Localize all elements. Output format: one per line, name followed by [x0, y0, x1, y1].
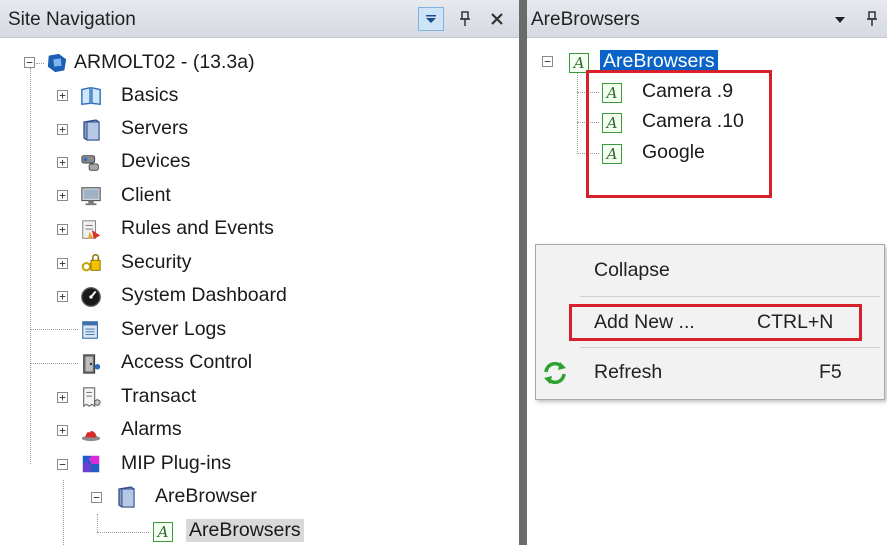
expand-toggle[interactable]: + — [57, 224, 68, 235]
tree-guide-line — [577, 122, 599, 123]
plugin-server-icon — [115, 486, 137, 508]
item-a-icon: A — [568, 52, 590, 74]
tree-guide-line — [63, 480, 64, 545]
tree-guide-line — [97, 514, 98, 532]
close-icon — [491, 13, 503, 25]
tree-item-camera-10[interactable]: Camera .10 — [642, 110, 744, 133]
site-navigation-pane: Site Navigation − ARMOLT02 - (13.3a) + B… — [0, 0, 519, 545]
dashboard-icon — [80, 286, 102, 308]
server-icon — [80, 119, 102, 141]
tree-item-transact[interactable]: Transact — [121, 385, 196, 408]
item-a-icon: A — [601, 143, 623, 165]
pin-button[interactable] — [452, 7, 478, 31]
alarm-icon — [80, 420, 102, 442]
logs-icon — [80, 319, 102, 341]
tree-item-basics[interactable]: Basics — [121, 84, 178, 107]
door-icon — [80, 353, 102, 375]
tree-item-mip-plugins[interactable]: MIP Plug-ins — [121, 452, 231, 475]
expand-toggle[interactable]: + — [57, 157, 68, 168]
book-icon — [80, 85, 102, 107]
tree-root-arebrowsers[interactable]: AreBrowsers — [600, 50, 718, 73]
pin-icon — [867, 11, 877, 26]
tree-guide-line — [30, 329, 78, 330]
pane-title: AreBrowsers — [531, 9, 640, 30]
menu-item-shortcut: F5 — [819, 361, 842, 383]
monitor-icon — [80, 185, 102, 207]
collapse-toggle[interactable]: − — [24, 57, 35, 68]
tree-item-devices[interactable]: Devices — [121, 150, 190, 173]
menu-item-refresh[interactable]: Refresh F5 — [536, 353, 884, 393]
site-icon — [46, 52, 68, 74]
menu-item-shortcut: CTRL+N — [757, 311, 834, 333]
pane-title: Site Navigation — [8, 9, 136, 30]
expand-toggle[interactable]: + — [57, 90, 68, 101]
puzzle-icon — [80, 453, 102, 475]
menu-separator — [580, 347, 880, 348]
tree-item-access-control[interactable]: Access Control — [121, 351, 252, 374]
pin-icon — [460, 11, 470, 26]
tree-guide-line — [30, 363, 78, 364]
expand-toggle[interactable]: + — [57, 190, 68, 201]
pin-button[interactable] — [859, 7, 885, 31]
tree-guide-line — [30, 68, 31, 464]
collapse-toggle[interactable]: − — [91, 492, 102, 503]
site-navigation-titlebar: Site Navigation — [0, 0, 519, 38]
menu-item-label: Add New ... — [594, 311, 695, 333]
receipt-icon — [80, 386, 102, 408]
tree-guide-line — [577, 68, 578, 154]
menu-item-collapse[interactable]: Collapse — [536, 251, 884, 291]
expand-toggle[interactable]: + — [57, 258, 68, 269]
tree-item-servers[interactable]: Servers — [121, 117, 188, 140]
dropdown-button[interactable] — [418, 7, 444, 31]
expand-toggle[interactable]: + — [57, 124, 68, 135]
collapse-toggle[interactable]: − — [542, 56, 553, 67]
tree-item-security[interactable]: Security — [121, 251, 191, 274]
tree-item-camera-9[interactable]: Camera .9 — [642, 80, 733, 103]
menu-item-label: Collapse — [594, 259, 670, 281]
chevron-down-icon — [835, 17, 845, 23]
tree-item-arebrowser[interactable]: AreBrowser — [155, 485, 257, 508]
tree-item-client[interactable]: Client — [121, 184, 171, 207]
tree-guide-line — [577, 92, 599, 93]
menu-item-label: Refresh — [594, 361, 663, 383]
tree-item-google[interactable]: Google — [642, 141, 705, 164]
menu-separator — [580, 296, 880, 297]
tree-item-server-logs[interactable]: Server Logs — [121, 318, 226, 341]
menu-item-add-new[interactable]: Add New ... CTRL+N — [536, 303, 884, 343]
refresh-icon — [542, 360, 568, 386]
expand-toggle[interactable]: + — [57, 425, 68, 436]
item-a-icon: A — [601, 112, 623, 134]
camera-icon — [80, 152, 102, 174]
tree-item-alarms[interactable]: Alarms — [121, 418, 182, 441]
expand-toggle[interactable]: + — [57, 291, 68, 302]
close-button[interactable] — [484, 7, 510, 31]
chevron-down-icon — [426, 15, 436, 23]
rules-icon — [80, 219, 102, 241]
collapse-toggle[interactable]: − — [57, 459, 68, 470]
item-a-icon: A — [601, 82, 623, 104]
tree-root-label[interactable]: ARMOLT02 - (13.3a) — [74, 51, 255, 74]
pane-splitter[interactable] — [519, 0, 527, 545]
tree-item-system-dashboard[interactable]: System Dashboard — [121, 284, 287, 307]
tree-guide-line — [36, 63, 44, 64]
dropdown-button[interactable] — [827, 7, 853, 31]
tree-guide-line — [97, 532, 149, 533]
tree-item-arebrowsers[interactable]: AreBrowsers — [186, 519, 304, 542]
arebrowsers-titlebar: AreBrowsers — [527, 0, 887, 38]
context-menu: Collapse Add New ... CTRL+N Refresh F5 — [535, 244, 885, 400]
tree-item-rules-and-events[interactable]: Rules and Events — [121, 217, 274, 240]
tree-guide-line — [577, 153, 599, 154]
lock-key-icon — [80, 252, 102, 274]
item-a-icon: A — [152, 521, 174, 543]
expand-toggle[interactable]: + — [57, 392, 68, 403]
